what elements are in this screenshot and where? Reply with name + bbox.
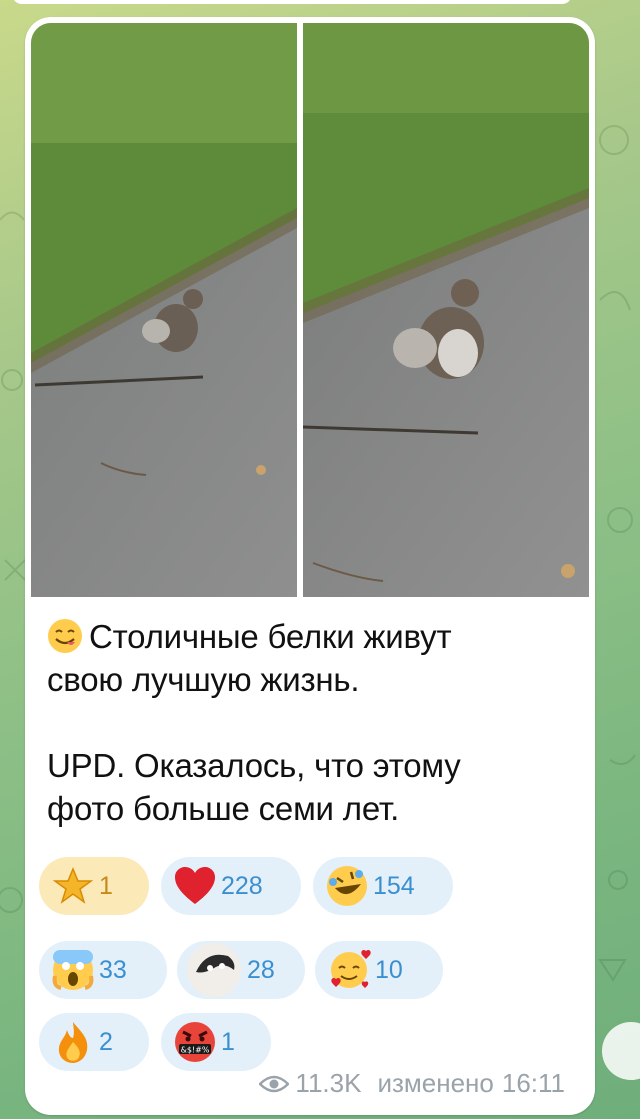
caption-line-3: UPD. Оказалось, что этому — [47, 747, 461, 784]
views-count: 11.3K — [295, 1068, 362, 1098]
views-eye-icon — [259, 1075, 290, 1092]
reaction-rofl[interactable]: 154 — [313, 857, 453, 915]
reaction-star[interactable]: 1 — [39, 857, 149, 915]
reactions-bar: 1 228 154 33 28 10 2 &$!#% 1 — [39, 853, 579, 1071]
edited-label: изменено — [377, 1068, 494, 1098]
screaming-face-icon — [51, 948, 95, 992]
reaction-count: 2 — [99, 1027, 113, 1056]
reaction-scream[interactable]: 33 — [39, 941, 167, 999]
reaction-count: 1 — [99, 871, 113, 900]
star-icon — [51, 864, 95, 908]
smiling-face-hearts-icon — [327, 948, 371, 992]
reaction-count: 10 — [375, 955, 403, 984]
custom-cat-icon — [185, 941, 243, 999]
reaction-count: 154 — [373, 871, 415, 900]
reaction-cat[interactable]: 28 — [177, 941, 305, 999]
reaction-count: 33 — [99, 955, 127, 984]
reaction-love-smile[interactable]: 10 — [315, 941, 443, 999]
photo-squirrel-2[interactable] — [303, 23, 589, 597]
caption-line-1: Столичные белки живут — [89, 618, 452, 655]
svg-text:&$!#%: &$!#% — [181, 1046, 210, 1055]
reaction-count: 28 — [247, 955, 275, 984]
message-bubble[interactable]: Столичные белки живут свою лучшую жизнь.… — [25, 17, 595, 1115]
caption-line-2: свою лучшую жизнь. — [47, 661, 360, 698]
reaction-heart[interactable]: 228 — [161, 857, 301, 915]
cursing-face-icon: &$!#% — [173, 1020, 217, 1064]
caption-line-4: фото больше семи лет. — [47, 790, 400, 827]
message-meta: 11.3K изменено 16:11 — [259, 1068, 565, 1099]
message-time: 16:11 — [501, 1068, 565, 1098]
reaction-count: 228 — [221, 871, 263, 900]
yum-face-icon — [48, 619, 82, 653]
photo-squirrel-1[interactable] — [31, 23, 297, 597]
red-heart-icon — [173, 864, 217, 908]
reaction-count: 1 — [221, 1027, 235, 1056]
reaction-cursing[interactable]: &$!#% 1 — [161, 1013, 271, 1071]
previous-message-bubble — [12, 0, 572, 4]
reaction-fire[interactable]: 2 — [39, 1013, 149, 1071]
rolling-laughing-face-icon — [325, 864, 369, 908]
message-text: Столичные белки живут свою лучшую жизнь.… — [47, 615, 567, 830]
fire-icon — [51, 1020, 95, 1064]
